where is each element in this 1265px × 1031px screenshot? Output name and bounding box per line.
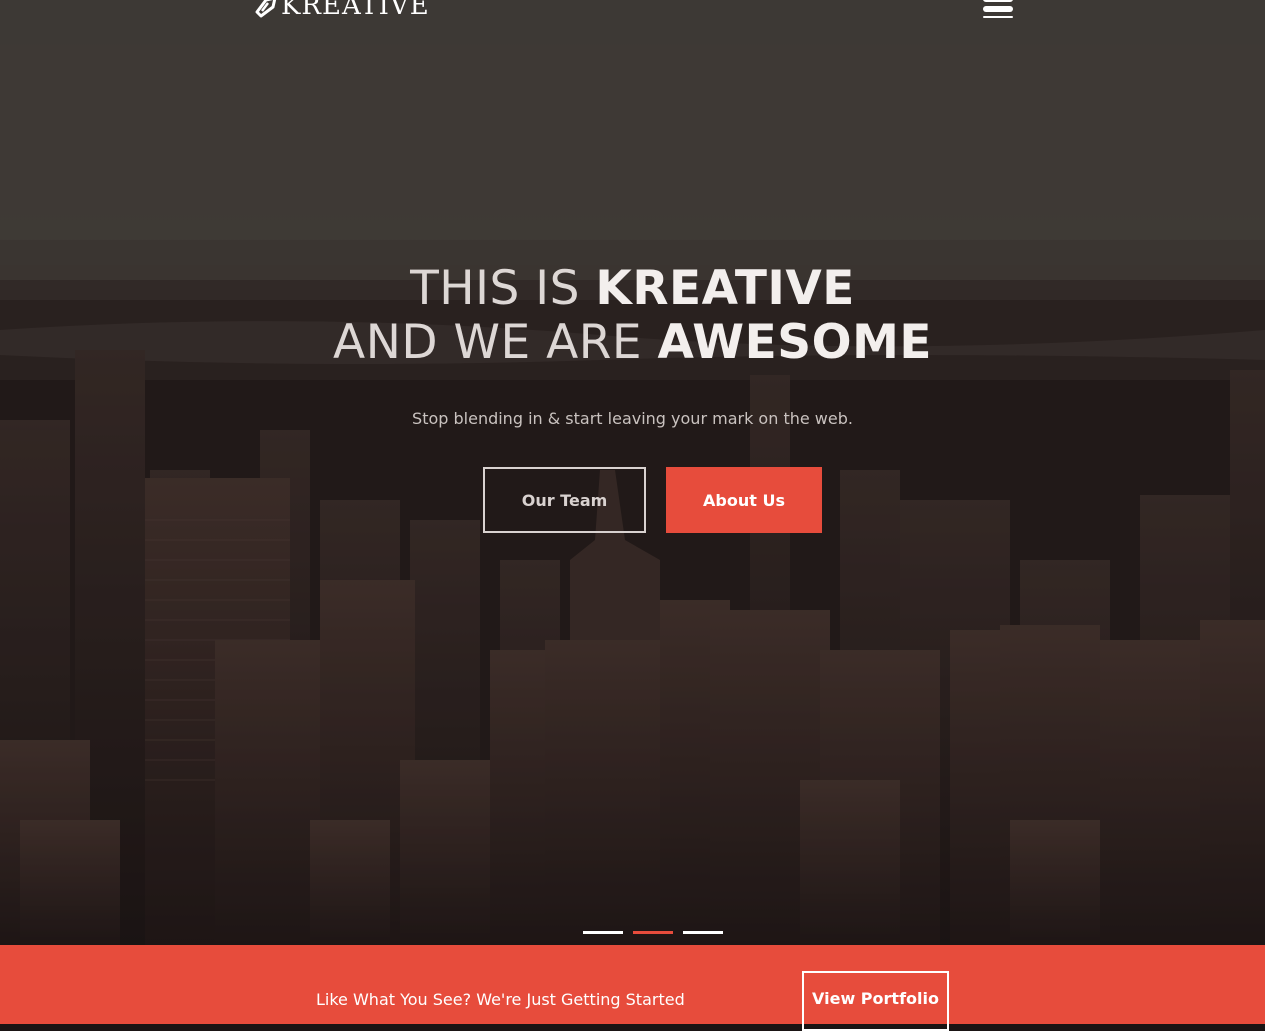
brand-name: KREATIVE [281, 0, 430, 21]
hero-heading-block: THIS IS KREATIVE AND WE ARE AWESOME Stop… [0, 262, 1265, 429]
headline-line2-bold: AWESOME [657, 315, 932, 370]
pen-nib-icon [255, 0, 277, 18]
slider-dot-3[interactable] [683, 931, 723, 934]
view-portfolio-button[interactable]: View Portfolio [802, 971, 949, 1031]
hero-headline: THIS IS KREATIVE AND WE ARE AWESOME [0, 262, 1265, 370]
headline-line1-bold: KREATIVE [595, 261, 855, 316]
hamburger-menu-icon[interactable] [983, 0, 1013, 18]
hero-subheading: Stop blending in & start leaving your ma… [412, 409, 853, 428]
brand-logo[interactable]: KREATIVE [253, 0, 430, 21]
hero-section: KREATIVE THIS IS KREATIVE AND WE ARE AWE… [0, 0, 1265, 945]
slider-pagination [583, 931, 723, 934]
cta-text: Like What You See? We're Just Getting St… [316, 990, 685, 1009]
slider-dot-1[interactable] [583, 931, 623, 934]
slider-dot-2-active[interactable] [633, 931, 673, 934]
about-us-button[interactable]: About Us [666, 467, 822, 533]
headline-line2-light: AND WE ARE [333, 315, 658, 370]
our-team-button[interactable]: Our Team [483, 467, 646, 533]
headline-line1-light: THIS IS [410, 261, 596, 316]
top-navbar: KREATIVE [0, 0, 1265, 24]
call-to-action-bar: Like What You See? We're Just Getting St… [0, 945, 1265, 1031]
